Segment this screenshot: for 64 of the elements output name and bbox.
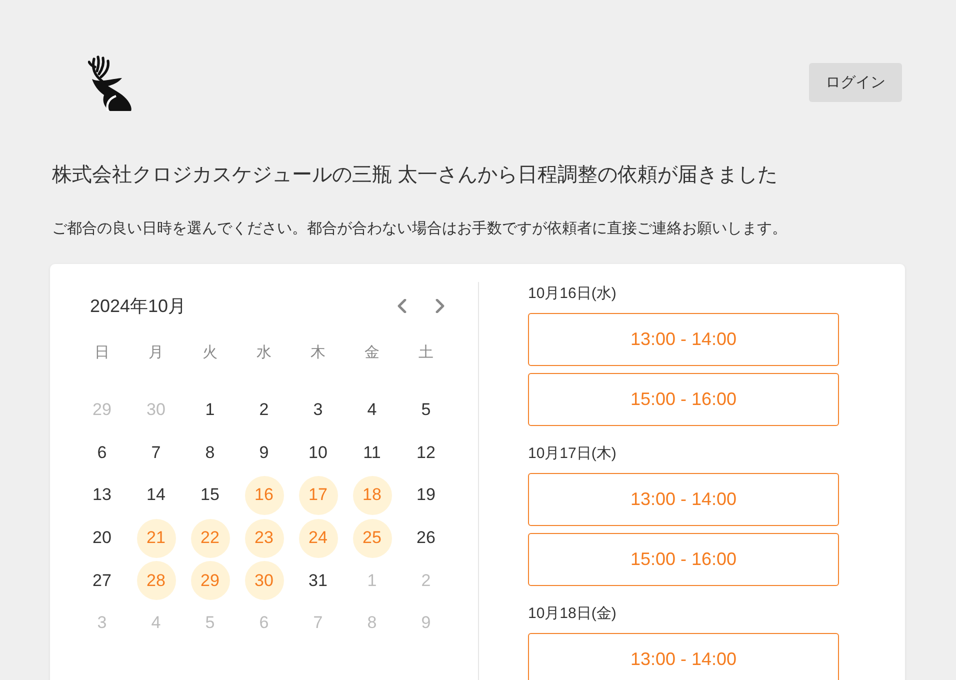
login-button[interactable]: ログイン (809, 63, 902, 102)
calendar-day: 3 (82, 604, 122, 643)
calendar-month-label: 2024年10月 (90, 295, 186, 318)
page-title: 株式会社クロジカスケジュールの三瓶 太一さんから日程調整の依頼が届きました (52, 163, 779, 188)
chevron-right-icon (435, 299, 445, 313)
calendar-day: 5 (406, 390, 446, 430)
calendar-day: 14 (136, 476, 176, 515)
calendar-day[interactable]: 23 (244, 518, 284, 558)
weekday-label: 金 (364, 342, 380, 362)
weekday-label: 木 (310, 342, 326, 362)
calendar-day: 20 (82, 518, 122, 558)
time-slot-button[interactable]: 15:00 - 16:00 (528, 373, 839, 426)
calendar-day: 15 (190, 476, 230, 515)
deer-head-icon (88, 55, 132, 111)
calendar-day: 29 (82, 390, 122, 430)
weekday-label: 火 (202, 342, 218, 362)
chevron-left-icon (397, 299, 407, 313)
calendar-day[interactable]: 25 (352, 518, 392, 558)
calendar-day: 5 (190, 604, 230, 643)
calendar-day[interactable]: 30 (244, 561, 284, 600)
weekday-label: 水 (256, 342, 272, 362)
calendar-day[interactable]: 22 (190, 518, 230, 558)
time-slot-button[interactable]: 13:00 - 14:00 (528, 633, 839, 680)
calendar-day: 10 (298, 433, 338, 472)
calendar-day: 13 (82, 476, 122, 515)
calendar-day: 1 (352, 561, 392, 600)
weekday-label: 日 (94, 342, 110, 362)
calendar-day: 27 (82, 561, 122, 600)
calendar-day: 9 (244, 433, 284, 472)
slot-date-label: 10月18日(金) (528, 604, 618, 624)
time-slot-button[interactable]: 15:00 - 16:00 (528, 533, 839, 586)
calendar-day: 1 (190, 390, 230, 430)
calendar-day: 4 (352, 390, 392, 430)
calendar-day: 31 (298, 561, 338, 600)
calendar-day: 19 (406, 476, 446, 515)
slot-date-label: 10月17日(木) (528, 444, 618, 464)
calendar-day[interactable]: 17 (298, 476, 338, 515)
calendar-day: 26 (406, 518, 446, 558)
calendar-day: 7 (298, 604, 338, 643)
calendar-day: 4 (136, 604, 176, 643)
instruction-text: ご都合の良い日時を選んでください。都合が合わない場合はお手数ですが依頼者に直接ご連絡お願いします。 (52, 219, 788, 239)
calendar-day[interactable]: 24 (298, 518, 338, 558)
calendar-day: 6 (244, 604, 284, 643)
calendar-day: 3 (298, 390, 338, 430)
calendar-day: 2 (244, 390, 284, 430)
calendar-day: 2 (406, 561, 446, 600)
calendar-day: 7 (136, 433, 176, 472)
weekday-label: 月 (148, 342, 164, 362)
calendar-day: 8 (190, 433, 230, 472)
calendar-day[interactable]: 21 (136, 518, 176, 558)
calendar-day: 6 (82, 433, 122, 472)
calendar-day: 9 (406, 604, 446, 643)
calendar-day[interactable]: 18 (352, 476, 392, 515)
calendar-day[interactable]: 29 (190, 561, 230, 600)
calendar-day: 30 (136, 390, 176, 430)
time-slot-button[interactable]: 13:00 - 14:00 (528, 473, 839, 526)
calendar-day: 11 (352, 433, 392, 472)
slot-date-label: 10月16日(水) (528, 284, 618, 304)
weekday-label: 土 (418, 342, 434, 362)
calendar-day[interactable]: 28 (136, 561, 176, 600)
calendar-day: 8 (352, 604, 392, 643)
calendar-day: 12 (406, 433, 446, 472)
calendar-day[interactable]: 16 (244, 476, 284, 515)
time-slot-button[interactable]: 13:00 - 14:00 (528, 313, 839, 366)
